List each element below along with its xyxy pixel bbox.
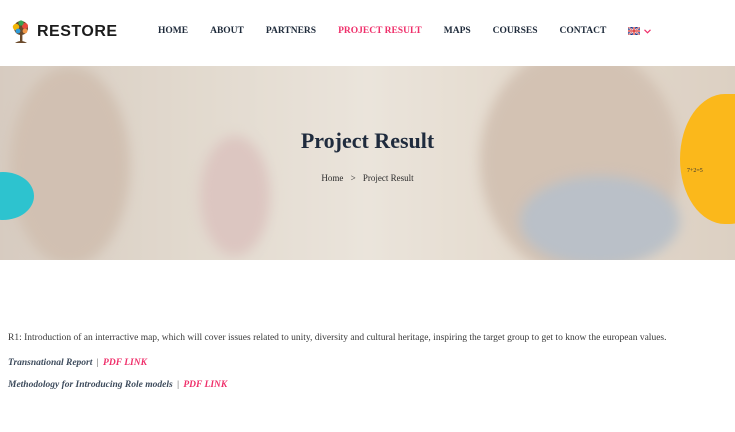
nav-contact[interactable]: CONTACT (560, 26, 607, 36)
site-logo[interactable]: RESTORE (10, 20, 118, 44)
uk-flag-icon (628, 27, 641, 35)
breadcrumb-separator: > (350, 173, 356, 183)
nav-home[interactable]: HOME (158, 26, 188, 36)
main-content: R1: Introduction of an interractive map,… (8, 330, 733, 390)
breadcrumb-home[interactable]: Home (321, 173, 343, 183)
hero-banner: 7+2=5 Project Result Home > Project Resu… (0, 66, 735, 260)
result-row: Methodology for Introducing Role models … (8, 380, 733, 390)
breadcrumb: Home > Project Result (0, 173, 735, 183)
nav-maps[interactable]: MAPS (444, 26, 471, 36)
separator: | (96, 358, 99, 368)
nav-project-result[interactable]: PROJECT RESULT (338, 26, 422, 36)
pdf-link[interactable]: PDF LINK (183, 380, 227, 390)
site-header: RESTORE HOME ABOUT PARTNERS PROJECT RESU… (0, 0, 735, 66)
result-title: Transnational Report (8, 358, 93, 368)
separator: | (177, 380, 179, 390)
page-title: Project Result (300, 128, 435, 153)
result-row: Transnational Report | PDF LINK (8, 358, 733, 368)
language-selector[interactable] (628, 27, 652, 35)
pdf-link[interactable]: PDF LINK (103, 358, 147, 368)
hero-overlay (0, 66, 735, 260)
breadcrumb-current: Project Result (362, 173, 414, 183)
logo-text: RESTORE (37, 23, 118, 40)
nav-about[interactable]: ABOUT (210, 26, 244, 36)
result-title: Methodology for Introducing Role models (8, 380, 173, 390)
nav-courses[interactable]: COURSES (493, 26, 538, 36)
r1-description: R1: Introduction of an interractive map,… (8, 333, 667, 343)
chevron-down-icon (644, 28, 652, 34)
main-nav: HOME ABOUT PARTNERS PROJECT RESULT MAPS … (158, 26, 652, 36)
tree-logo-icon (12, 20, 28, 43)
nav-partners[interactable]: PARTNERS (266, 26, 316, 36)
